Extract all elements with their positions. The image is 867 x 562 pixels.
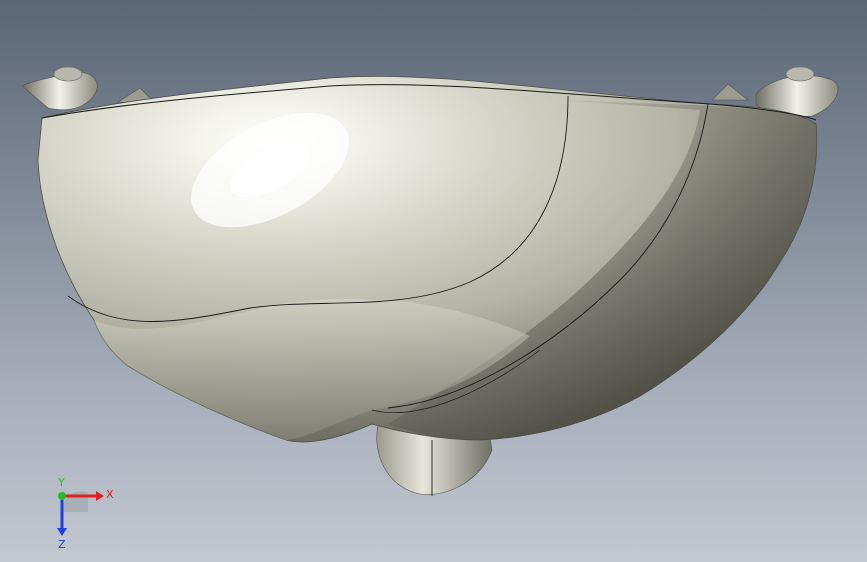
y-axis-dot-icon xyxy=(58,492,66,500)
x-axis-arrow-icon xyxy=(96,491,104,501)
3d-model-view[interactable] xyxy=(0,0,867,562)
coordinate-triad: X Y Z xyxy=(57,476,114,551)
bowl-shell-body[interactable] xyxy=(37,75,818,443)
z-axis-label: Z xyxy=(58,538,66,551)
z-axis-arrow-icon xyxy=(57,528,67,536)
x-axis-label: X xyxy=(106,488,114,501)
graphics-viewport[interactable]: X Y Z xyxy=(0,0,867,562)
y-axis-label: Y xyxy=(57,476,65,489)
